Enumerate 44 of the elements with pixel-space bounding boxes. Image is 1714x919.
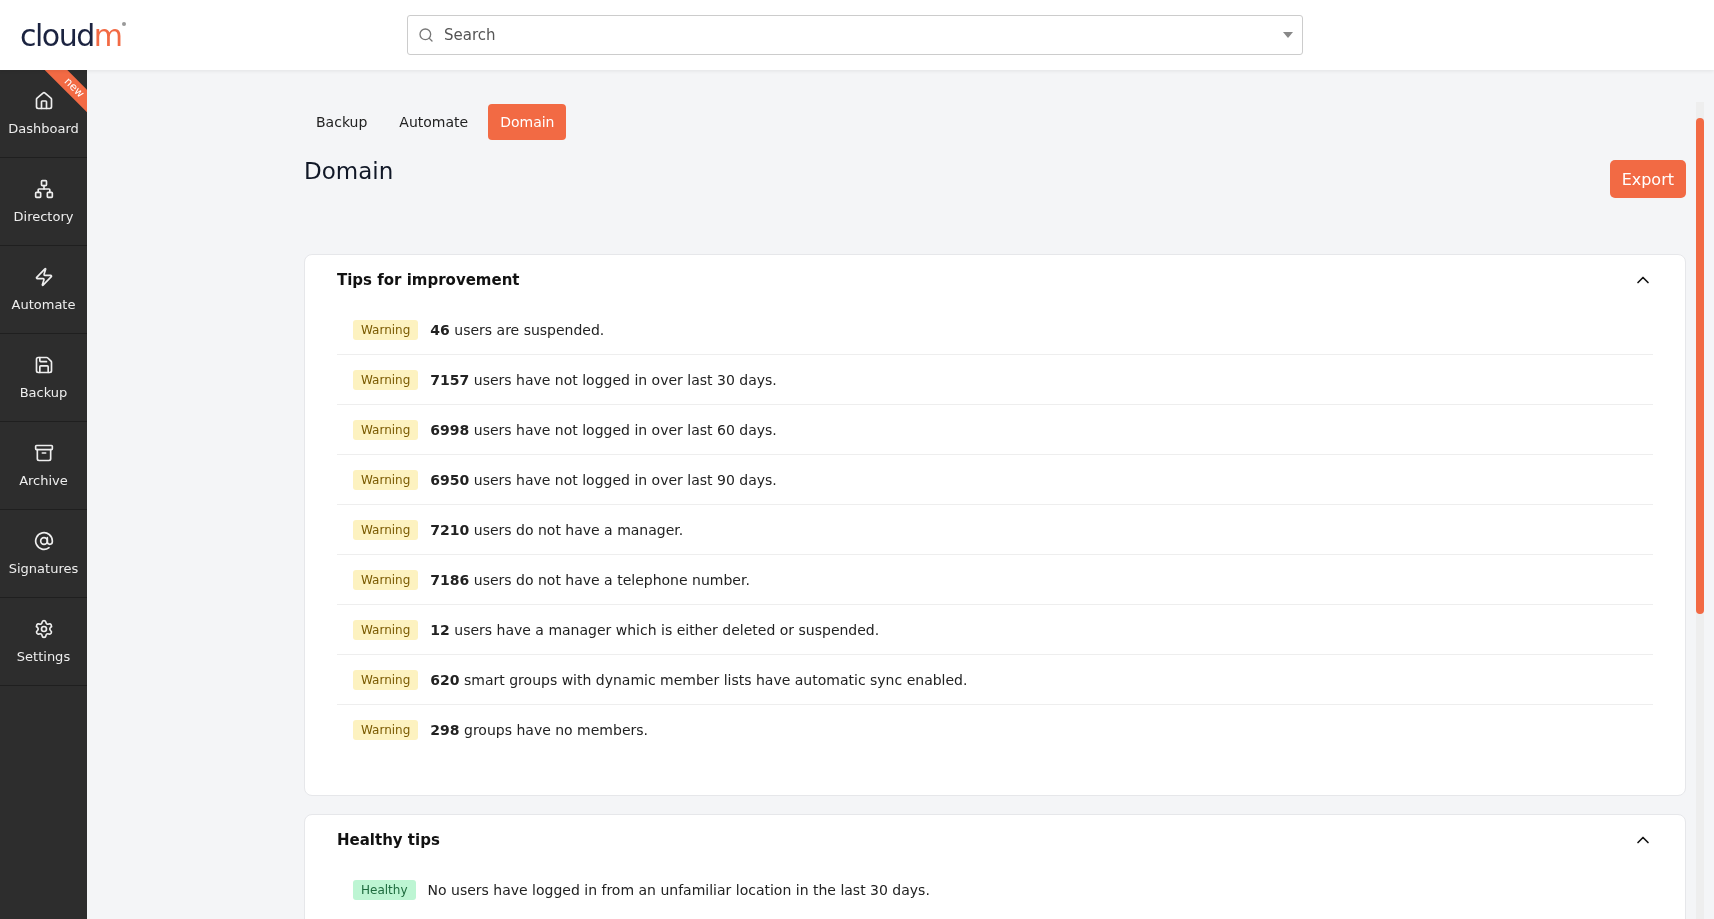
status-badge: Warning: [353, 319, 419, 340]
hierarchy-icon: [33, 179, 54, 199]
lightning-icon: [33, 267, 54, 287]
search-field[interactable]: Search: [407, 15, 1303, 55]
search-icon: [418, 27, 434, 43]
status-badge: Warning: [353, 419, 419, 440]
status-badge: Healthy: [353, 879, 416, 900]
sidebar-item[interactable]: Backup: [0, 334, 87, 422]
status-badge: Warning: [353, 369, 419, 390]
tip-text: 7210 users do not have a manager.: [430, 521, 684, 538]
sidebar-item[interactable]: Directory: [0, 158, 87, 246]
tip-text: 7186 users do not have a telephone number.: [430, 571, 750, 588]
settings-icon: [33, 619, 54, 639]
tip-text: 298 groups have no members.: [430, 721, 648, 738]
sidebar-item[interactable]: Signatures: [0, 510, 87, 598]
section-title: Healthy tips: [337, 831, 440, 849]
section-title: Tips for improvement: [337, 271, 520, 289]
home-icon: [33, 91, 54, 111]
tip-text: 12 users have a manager which is either deleted or suspended.: [430, 621, 880, 638]
tip-text: 6950 users have not logged in over last 90 days.: [430, 471, 777, 488]
tip-text: 620 smart groups with dynamic member lists have automatic sync enabled.: [430, 671, 968, 688]
sidebar-item[interactable]: Automate: [0, 246, 87, 334]
tip-text: 7157 users have not logged in over last 30 days.: [430, 371, 777, 388]
logo-accent: m: [93, 17, 122, 53]
sidebar-item[interactable]: Archive: [0, 422, 87, 510]
status-badge: Warning: [353, 519, 419, 540]
status-badge: Warning: [353, 469, 419, 490]
archive-box-icon: [33, 443, 54, 463]
logo-text: cloud: [20, 17, 94, 53]
tab[interactable]: Automate: [387, 104, 481, 140]
at-sign-icon: [33, 531, 54, 551]
registered-mark-icon: [122, 21, 126, 26]
page-title: Domain: [304, 158, 394, 184]
status-badge: Warning: [353, 719, 419, 740]
tab[interactable]: Backup: [304, 104, 380, 140]
tip-text: 46 users are suspended.: [430, 321, 605, 338]
tip-text: No users have logged in from an unfamiliar location in the last 30 days.: [427, 881, 930, 898]
scrollbar-thumb[interactable]: [1696, 118, 1704, 614]
status-badge: Warning: [353, 619, 419, 640]
status-badge: Warning: [353, 569, 419, 590]
dropdown-caret-icon: [1283, 32, 1293, 38]
tip-text: 6998 users have not logged in over last 60 days.: [430, 421, 777, 438]
status-badge: Warning: [353, 669, 419, 690]
sidebar-item[interactable]: Settings: [0, 598, 87, 686]
